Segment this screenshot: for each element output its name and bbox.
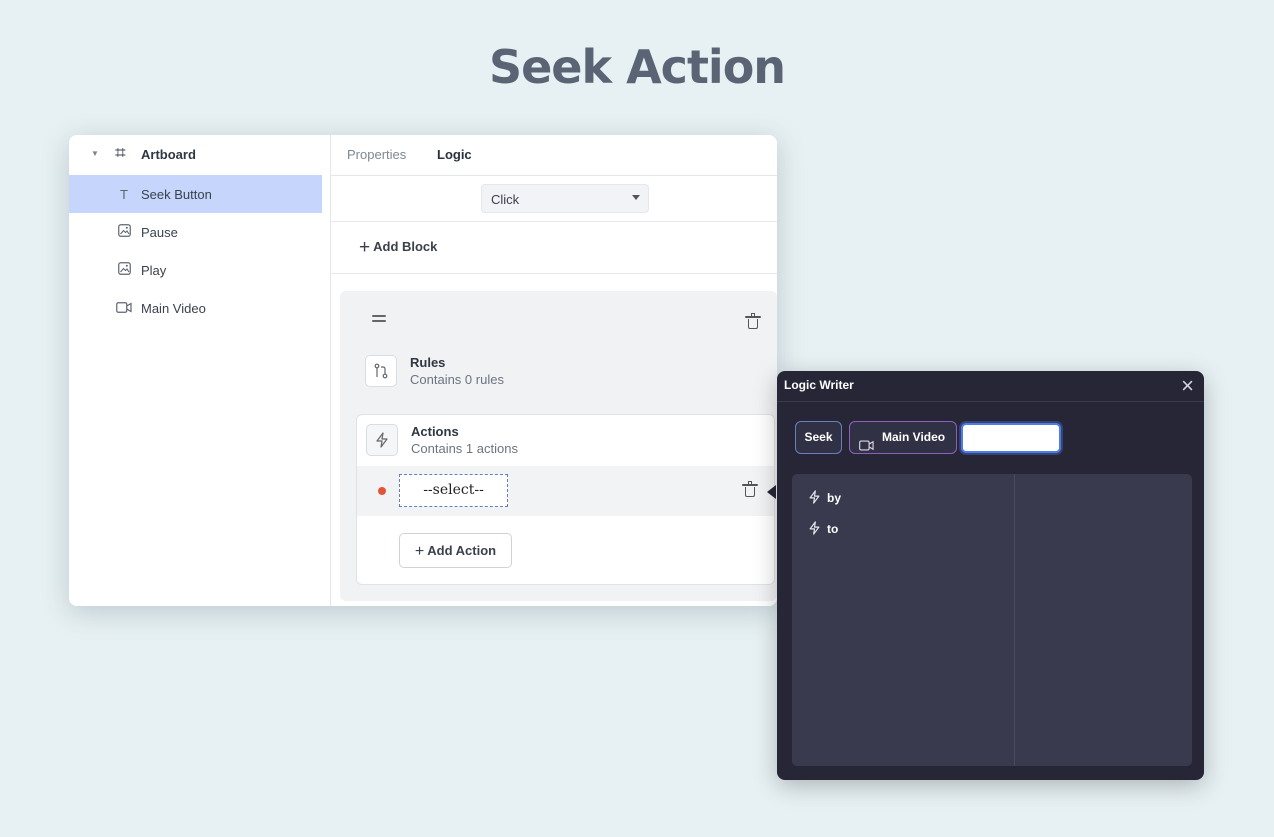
delete-block-trash-icon[interactable]	[745, 313, 761, 329]
seek-chip[interactable]: Seek	[795, 421, 842, 454]
close-icon[interactable]: ×	[1181, 375, 1194, 397]
layer-item-main-video[interactable]: Main Video	[69, 289, 322, 327]
logic-panel: Properties Logic Click + Add Block Rules …	[331, 135, 777, 606]
video-icon	[859, 432, 874, 463]
rules-title: Rules	[410, 355, 446, 370]
layer-item-label: Main Video	[141, 300, 206, 316]
rules-icon	[365, 355, 397, 387]
layer-root-label: Artboard	[141, 147, 196, 162]
logic-writer-title: Logic Writer	[784, 378, 854, 392]
layer-item-pause[interactable]: Pause	[69, 213, 322, 251]
image-icon	[116, 262, 132, 278]
actions-subtitle: Contains 1 actions	[411, 441, 518, 456]
main-video-chip[interactable]: Main Video	[849, 421, 957, 454]
layers-panel: ▼ ⌗ Artboard T Seek Button Pause Play Ma…	[69, 135, 331, 606]
artboard-icon: ⌗	[115, 143, 126, 164]
tab-properties[interactable]: Properties	[347, 147, 406, 162]
tab-logic[interactable]: Logic	[437, 147, 472, 162]
image-icon	[116, 224, 132, 240]
suggestion-panel: by to	[792, 474, 1192, 766]
suggestion-label: by	[827, 491, 842, 505]
trigger-select[interactable]: Click	[481, 184, 649, 213]
page-title: Seek Action	[488, 40, 786, 94]
bolt-icon	[366, 424, 398, 456]
bolt-icon	[809, 490, 820, 504]
caret-down-icon[interactable]: ▼	[91, 149, 99, 158]
suggestion-by[interactable]: by	[808, 490, 841, 505]
layer-root-artboard[interactable]: ▼ ⌗ Artboard	[69, 135, 330, 175]
text-icon: T	[120, 186, 128, 202]
layer-item-play[interactable]: Play	[69, 251, 322, 289]
divider	[331, 221, 777, 222]
layer-item-seek-button[interactable]: T Seek Button	[69, 175, 322, 213]
bolt-icon	[809, 521, 820, 535]
layer-item-label: Play	[141, 262, 167, 278]
divider	[1014, 474, 1015, 766]
plus-icon: +	[359, 237, 371, 258]
error-dot-icon	[378, 487, 386, 495]
divider	[331, 273, 777, 274]
add-action-button[interactable]: + Add Action	[399, 533, 512, 568]
logic-block: Rules Contains 0 rules Actions Contains …	[340, 291, 777, 601]
plus-icon: +	[414, 543, 425, 560]
actions-card: Actions Contains 1 actions --select-- + A…	[356, 414, 775, 585]
actions-title: Actions	[411, 424, 459, 439]
main-video-chip-label: Main Video	[882, 430, 946, 444]
add-block-label: Add Block	[373, 239, 438, 254]
action-row: --select--	[357, 466, 774, 516]
delete-action-trash-icon[interactable]	[742, 481, 758, 497]
panel-tabs: Properties Logic	[331, 135, 777, 176]
suggestion-label: to	[827, 522, 839, 536]
logic-writer-popover: Logic Writer × Seek Main Video by to	[777, 371, 1204, 780]
divider	[777, 401, 1204, 402]
layer-item-label: Seek Button	[141, 186, 212, 202]
rules-subtitle: Contains 0 rules	[410, 372, 504, 387]
video-icon	[116, 301, 132, 316]
layer-item-label: Pause	[141, 224, 178, 240]
drag-handle-icon[interactable]	[372, 315, 386, 325]
logic-writer-input[interactable]	[961, 423, 1061, 453]
chevron-down-icon	[632, 195, 640, 200]
add-action-label: Add Action	[427, 543, 497, 558]
editor-window: ▼ ⌗ Artboard T Seek Button Pause Play Ma…	[69, 135, 777, 606]
action-select-input[interactable]: --select--	[399, 474, 508, 507]
trigger-select-value: Click	[491, 192, 520, 207]
popover-pointer	[767, 485, 776, 499]
suggestion-to[interactable]: to	[808, 521, 838, 536]
add-block-button[interactable]: + Add Block	[359, 237, 437, 259]
